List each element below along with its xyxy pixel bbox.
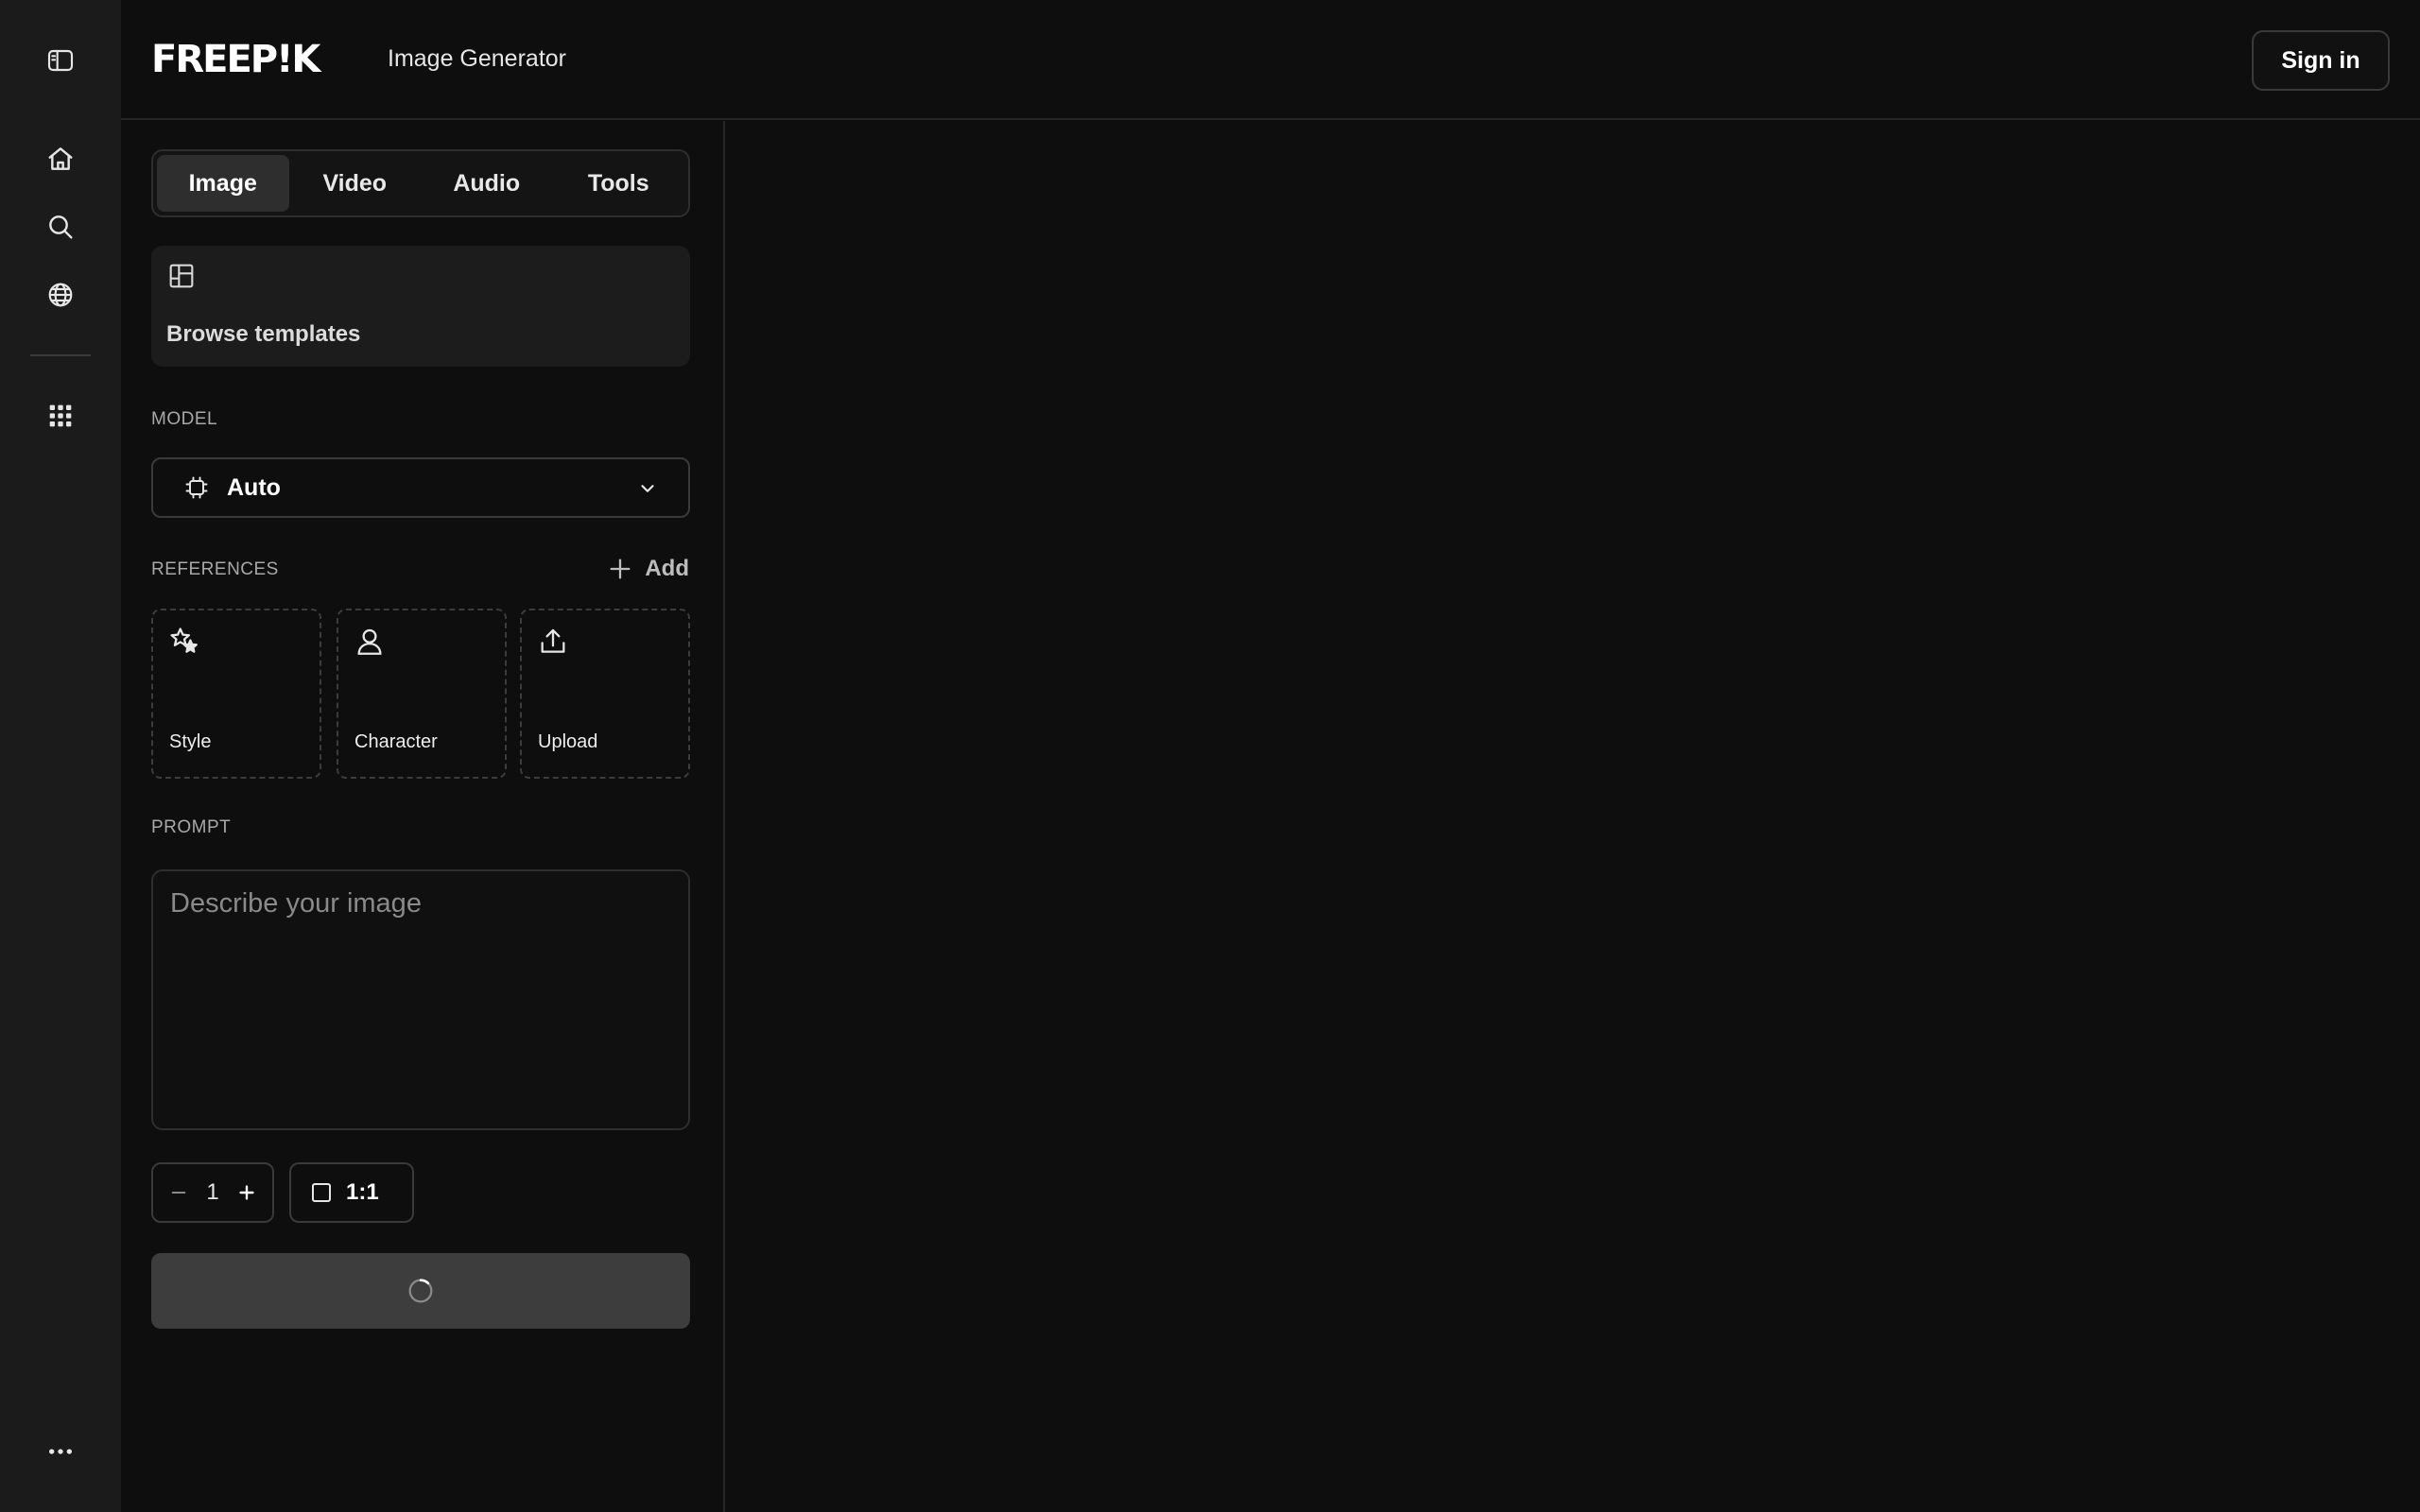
template-layout-icon [169,264,194,288]
search-icon[interactable] [38,204,83,249]
generate-button[interactable] [151,1253,690,1329]
rail-divider [30,354,91,356]
reference-upload-label: Upload [538,731,598,752]
references-section-label: REFERENCES [151,559,279,579]
chip-icon [185,476,208,499]
reference-character-card[interactable]: Character [337,609,507,779]
browse-templates-label: Browse templates [166,321,361,347]
plus-icon [239,1185,254,1200]
model-select[interactable]: Auto [151,457,690,518]
logo-text: FREEP!K [151,38,320,81]
reference-style-card[interactable]: Style [151,609,321,779]
reference-style-label: Style [169,731,212,752]
decrement-button[interactable] [166,1180,191,1205]
plus-icon [610,558,631,579]
model-section-label: MODEL [151,409,218,429]
model-value: Auto [227,474,281,501]
loading-spinner-icon [408,1279,433,1303]
add-label: Add [645,556,689,581]
prompt-section-label: PROMPT [151,817,232,837]
chevron-down-icon [641,485,654,492]
square-icon [312,1183,331,1202]
reference-character-label: Character [354,731,438,752]
tab-image[interactable]: Image [157,155,289,212]
prompt-box [151,869,690,1130]
minus-icon [171,1192,186,1194]
sign-in-button[interactable]: Sign in [2252,30,2390,91]
more-icon[interactable] [38,1429,83,1474]
aspect-ratio-value: 1:1 [346,1179,379,1205]
tab-tools[interactable]: Tools [553,155,685,212]
sidebar-toggle-icon[interactable] [38,38,83,83]
upload-icon [541,628,565,653]
globe-icon[interactable] [38,272,83,318]
aspect-ratio-button[interactable]: 1:1 [289,1162,414,1223]
add-reference-button[interactable]: Add [607,556,689,582]
generator-panel: Image Video Audio Tools Browse templates… [121,121,725,1512]
home-icon[interactable] [38,136,83,181]
page-title: Image Generator [388,45,566,72]
left-rail [0,0,121,1512]
user-icon [357,628,382,655]
apps-grid-icon[interactable] [38,393,83,438]
tab-video[interactable]: Video [289,155,422,212]
freepik-logo[interactable]: FREEP!K [151,38,320,81]
top-header: FREEP!K Image Generator Sign in [121,0,2420,120]
output-canvas [727,121,2420,1512]
image-count-stepper: 1 [151,1162,274,1223]
reference-upload-card[interactable]: Upload [520,609,690,779]
increment-button[interactable] [234,1180,259,1205]
image-count-value: 1 [206,1179,219,1205]
browse-templates-card[interactable]: Browse templates [151,246,690,367]
tab-audio[interactable]: Audio [421,155,553,212]
prompt-input[interactable] [153,871,688,1128]
star-sparkle-icon [170,627,198,653]
mode-tabs: Image Video Audio Tools [151,149,690,217]
